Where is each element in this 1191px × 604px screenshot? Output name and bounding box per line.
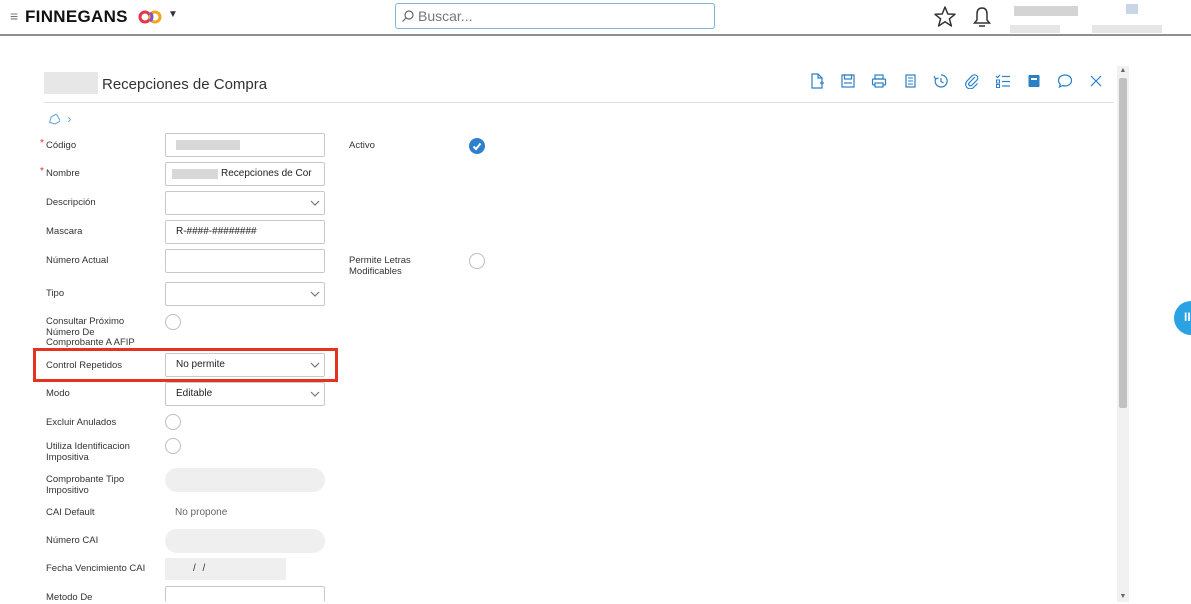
comprobante-tipo-label: Comprobante Tipo Impositivo [46,474,125,496]
attach-icon[interactable] [961,70,983,92]
modo-value: Editable [176,388,213,399]
search-input[interactable]: Buscar... [395,3,715,29]
utiliza-identificacion-label: Utiliza Identificacion Impositiva [46,441,130,463]
user-avatar-blurred[interactable] [1126,4,1138,14]
numero-cai-input[interactable] [165,529,325,553]
search-placeholder: Buscar... [418,8,473,24]
page-title: Recepciones de Compra [102,76,268,93]
cai-default-value[interactable]: No propone [175,507,227,518]
form-toolbar [806,70,1107,92]
checklist-icon[interactable] [992,70,1014,92]
notebook-icon[interactable] [1023,70,1045,92]
pause-icon: II [1184,310,1191,324]
excluir-anulados-label: Excluir Anulados [46,417,117,428]
numero-cai-label: Número CAI [46,535,99,546]
codigo-value-blurred [176,140,240,150]
required-marker: * [40,166,44,177]
fecha-vencimiento-label: Fecha Vencimiento CAI [46,563,146,574]
chevron-down-icon [310,391,320,397]
consultar-afip-label: Consultar Próximo Número De Comprobante … [46,316,135,348]
tipo-select[interactable] [165,282,325,306]
scroll-up-icon[interactable]: ▲ [1119,67,1127,75]
print-icon[interactable] [868,70,890,92]
activo-label: Activo [349,140,375,151]
fecha-vencimiento-input[interactable]: / / [165,558,286,580]
menu-icon[interactable]: ≡ [10,9,18,23]
numero-actual-input[interactable] [165,249,325,273]
metodo-input[interactable] [165,586,325,602]
chevron-down-icon [310,200,320,206]
chevron-right-icon[interactable]: › [67,112,71,126]
excluir-anulados-toggle[interactable] [165,414,181,430]
required-marker: * [40,138,44,149]
modo-select[interactable]: Editable [165,382,325,406]
modo-label: Modo [46,388,70,399]
descripcion-label: Descripción [46,197,96,208]
bell-icon[interactable] [971,5,993,29]
activo-checkbox[interactable] [469,138,485,154]
scrollbar-thumb[interactable] [1119,78,1127,408]
brand-dropdown-icon[interactable]: ▼ [168,9,178,20]
permite-letras-toggle[interactable] [469,253,485,269]
save-icon[interactable] [837,70,859,92]
codigo-input[interactable] [165,133,325,157]
user-info-blurred [1010,25,1060,33]
search-icon [402,10,414,22]
utiliza-identificacion-toggle[interactable] [165,438,181,454]
consultar-afip-toggle[interactable] [165,314,181,330]
mascara-label: Mascara [46,226,83,237]
descripcion-select[interactable] [165,191,325,215]
user-name-blurred[interactable] [1014,6,1078,16]
company-info-blurred [1092,25,1162,33]
cai-default-label: CAI Default [46,507,95,518]
brand-name[interactable]: FINNEGANS [25,8,128,26]
comment-icon[interactable] [1054,70,1076,92]
permite-letras-label: Permite Letras Modificables [349,255,411,277]
tipo-label: Tipo [46,288,65,299]
copy-icon[interactable] [899,70,921,92]
brand-logo-icon [138,10,162,24]
nombre-input[interactable]: Recepciones de Cor [165,162,325,186]
new-doc-icon[interactable] [806,70,828,92]
title-prefix-blurred [44,72,98,94]
scroll-down-icon[interactable]: ▼ [1119,593,1127,601]
check-icon [472,142,482,151]
history-icon[interactable] [930,70,952,92]
comprobante-tipo-input[interactable] [165,468,325,492]
star-icon[interactable] [933,5,957,29]
chevron-down-icon [310,291,320,297]
close-icon[interactable] [1085,70,1107,92]
mascara-value: R-####-######## [176,226,257,237]
mascara-input[interactable]: R-####-######## [165,220,325,244]
codigo-label: Código [46,140,77,151]
nombre-value: Recepciones de Cor [221,168,312,179]
tags-nav[interactable]: › [48,112,71,126]
top-bar: ≡ FINNEGANS ▼ Buscar... [0,0,1191,36]
nombre-label: Nombre [46,168,80,179]
highlight-box [33,348,338,382]
nombre-prefix-blurred [172,169,218,179]
side-panel-toggle[interactable]: II [1174,301,1191,335]
tag-icon[interactable] [48,113,60,126]
numero-actual-label: Número Actual [46,255,109,266]
